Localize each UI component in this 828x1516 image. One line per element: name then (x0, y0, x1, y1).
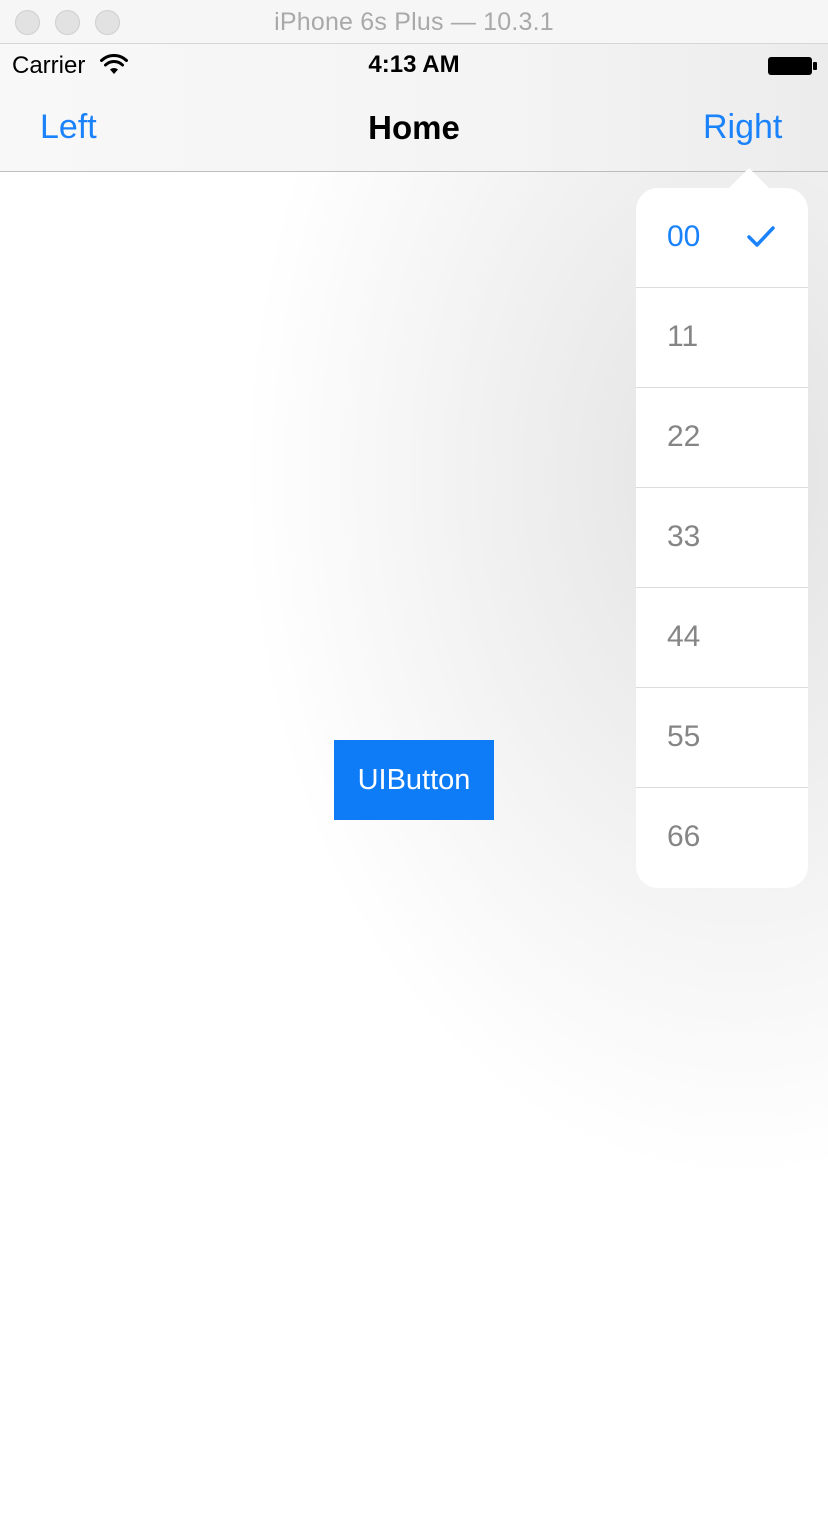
menu-item-label: 22 (667, 420, 701, 453)
menu-item-label: 44 (667, 620, 701, 653)
menu-item-label: 55 (667, 720, 701, 753)
checkmark-icon (747, 226, 775, 247)
menu-item-00[interactable]: 00 (636, 188, 808, 288)
menu-item-label: 00 (667, 220, 701, 253)
ios-screen: Carrier 4:13 AM Left Home Right UIButton… (0, 44, 828, 1516)
simulator-title-bar: iPhone 6s Plus — 10.3.1 (0, 0, 828, 44)
menu-item-label: 11 (667, 320, 699, 353)
menu-item-label: 66 (667, 820, 701, 853)
menu-item-33[interactable]: 33 (636, 488, 808, 588)
popover-arrow (727, 168, 771, 190)
menu-item-55[interactable]: 55 (636, 688, 808, 788)
nav-right-button[interactable]: Right (703, 108, 782, 147)
menu-item-label: 33 (667, 520, 701, 553)
battery-icon (768, 57, 817, 75)
popover-menu: 00 11 22 33 44 55 66 (636, 188, 808, 888)
menu-item-22[interactable]: 22 (636, 388, 808, 488)
window-title: iPhone 6s Plus — 10.3.1 (274, 8, 554, 36)
status-time: 4:13 AM (368, 51, 460, 78)
menu-item-11[interactable]: 11 (636, 288, 808, 388)
navigation-bar: Carrier 4:13 AM Left Home Right (0, 44, 828, 172)
menu-item-66[interactable]: 66 (636, 788, 808, 888)
ui-button[interactable]: UIButton (334, 740, 494, 820)
menu-item-44[interactable]: 44 (636, 588, 808, 688)
